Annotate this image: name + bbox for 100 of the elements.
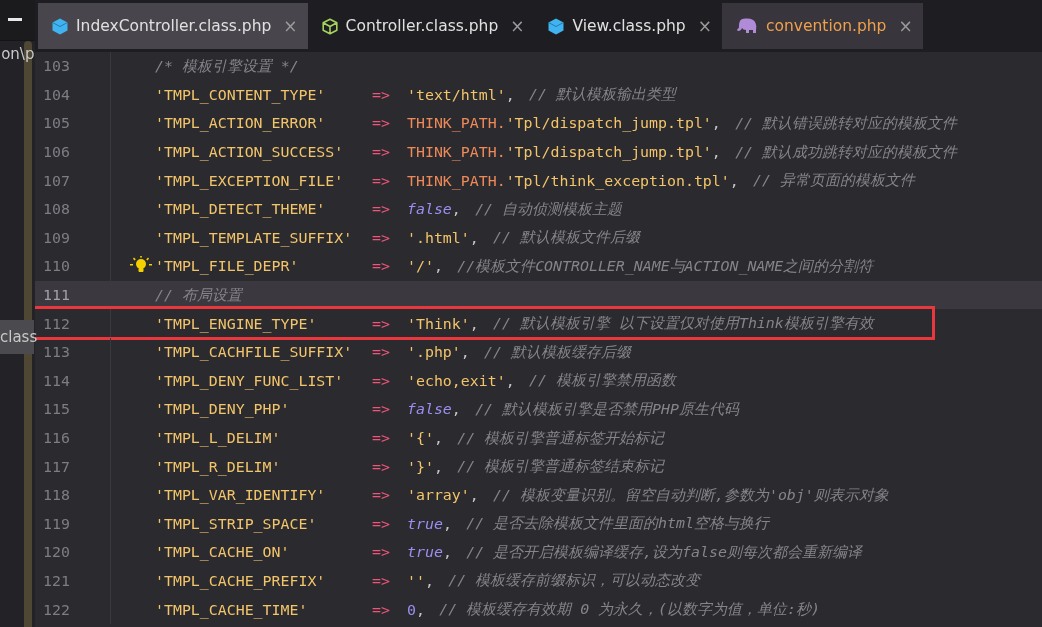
array-key: 'TMPL_R_DELIM' (155, 457, 372, 476)
line-number: 114 (35, 366, 111, 396)
line-number: 115 (35, 395, 111, 424)
keyword: false (407, 200, 452, 219)
code-comment: // 是否去除模板文件里面的html空格与换行 (466, 514, 769, 534)
string-literal: '.php' (407, 343, 461, 362)
arrow-operator: => (372, 200, 391, 219)
array-key: 'TMPL_DETECT_THEME' (155, 200, 372, 219)
punctuation: , (424, 572, 434, 590)
punctuation: , (415, 600, 425, 619)
punctuation: , (460, 343, 470, 362)
line-number: 109 (35, 223, 111, 253)
string-literal: 'array' (407, 486, 470, 505)
line-number: 116 (35, 423, 111, 453)
arrow-operator: => (372, 400, 391, 419)
editor-tab[interactable]: IndexController.class.php × (38, 3, 308, 49)
line-number: 106 (35, 137, 111, 167)
array-key: 'TMPL_CACHE_TIME' (155, 600, 372, 619)
line-number: 110 (35, 252, 111, 281)
line-number: 122 (35, 595, 111, 624)
array-key: 'TMPL_DENY_FUNC_LIST' (155, 371, 372, 390)
code-comment: // 模板缓存有效期 0 为永久，(以数字为值，单位:秒) (439, 600, 820, 620)
constant-name: THINK_PATH. (407, 114, 506, 133)
editor-tab[interactable]: View.class.php × (534, 3, 722, 49)
code-comment: // 默认模板文件后缀 (493, 228, 640, 248)
collapse-icon[interactable] (7, 18, 22, 22)
code-comment: // 是否开启模板编译缓存,设为false则每次都会重新编译 (466, 542, 862, 562)
arrow-operator: => (372, 572, 391, 590)
arrow-operator: => (372, 486, 391, 505)
elephant-icon (735, 18, 758, 34)
punctuation: , (451, 400, 461, 419)
tree-item-text[interactable]: ion\p (0, 45, 35, 63)
arrow-operator: => (372, 171, 391, 190)
punctuation: , (711, 114, 721, 133)
code-comment: // 模板缓存前缀标识，可以动态改变 (448, 571, 701, 591)
punctuation: , (711, 143, 721, 162)
arrow-operator: => (372, 371, 391, 390)
punctuation: , (469, 486, 479, 505)
arrow-operator: => (372, 143, 391, 162)
arrow-operator: => (372, 514, 391, 533)
punctuation: , (442, 514, 452, 533)
punctuation: , (433, 429, 443, 447)
array-key: 'TMPL_EXCEPTION_FILE' (155, 171, 372, 190)
code-comment: // 模板引擎普通标签开始标记 (457, 428, 665, 448)
array-key: 'TMPL_VAR_IDENTIFY' (155, 486, 372, 505)
code-comment: // 自动侦测模板主题 (475, 199, 623, 219)
editor-tab[interactable]: Controller.class.php × (307, 3, 535, 49)
string-literal: '}' (407, 457, 434, 476)
constant-name: THINK_PATH. (407, 171, 506, 190)
punctuation: , (451, 200, 461, 219)
array-key: 'TMPL_FILE_DEPR' (155, 257, 372, 276)
constant-name: THINK_PATH. (407, 143, 506, 162)
line-number: 118 (35, 480, 111, 510)
array-key: 'TMPL_L_DELIM' (155, 429, 372, 447)
close-button[interactable]: × (510, 16, 525, 36)
arrow-operator: => (372, 600, 391, 619)
line-number: 117 (35, 452, 111, 481)
string-literal: '/' (407, 257, 434, 276)
arrow-operator: => (372, 85, 391, 104)
arrow-operator: => (372, 228, 391, 247)
punctuation: , (729, 171, 739, 190)
string-literal: '.html' (407, 228, 470, 247)
arrow-operator: => (372, 543, 391, 562)
line-number: 105 (35, 109, 111, 138)
close-button[interactable]: × (283, 16, 298, 36)
code-comment: // 异常页面的模板文件 (753, 171, 915, 191)
line-number: 119 (35, 509, 111, 539)
array-key: 'TMPL_TEMPLATE_SUFFIX' (155, 228, 372, 247)
arrow-operator: => (372, 114, 391, 133)
code-comment: // 默认模板引擎是否禁用PHP原生代码 (475, 399, 739, 419)
string-literal: 'Think' (407, 314, 470, 333)
code-comment: // 默认模板引擎 以下设置仅对使用Think模板引擎有效 (493, 314, 874, 334)
punctuation: , (469, 228, 479, 247)
code-comment: // 默认错误跳转对应的模板文件 (735, 114, 958, 133)
code-comment: // 布局设置 (155, 285, 242, 305)
arrow-operator: => (372, 457, 391, 476)
array-key: 'TMPL_ACTION_SUCCESS' (155, 143, 372, 162)
editor-tab[interactable]: convention.php × (721, 3, 923, 49)
line-number: 103 (35, 52, 111, 81)
string-literal: 'Tpl/dispatch_jump.tpl' (505, 143, 712, 162)
array-key: 'TMPL_ACTION_ERROR' (155, 114, 372, 133)
array-key: 'TMPL_STRIP_SPACE' (155, 514, 372, 533)
line-number: 121 (35, 566, 111, 596)
line-number: 111 (35, 280, 111, 310)
cube-icon (321, 17, 338, 35)
close-button[interactable]: × (898, 16, 913, 36)
keyword: false (407, 400, 452, 419)
code-comment: // 模板引擎禁用函数 (528, 371, 676, 391)
string-literal: 'echo,exit' (407, 371, 506, 390)
code-comment: // 模板变量识别。留空自动判断,参数为'obj'则表示对象 (493, 485, 889, 505)
string-literal: '' (407, 572, 425, 590)
close-button[interactable]: × (697, 16, 712, 36)
code-comment: // 默认模板缓存后缀 (484, 342, 631, 362)
punctuation: , (469, 314, 479, 333)
arrow-operator: => (372, 429, 391, 447)
arrow-operator: => (372, 314, 391, 333)
code-comment: // 默认模板输出类型 (528, 85, 676, 105)
string-literal: 'text/html' (407, 85, 506, 104)
line-number: 104 (35, 80, 111, 110)
string-literal: 'Tpl/dispatch_jump.tpl' (505, 114, 712, 133)
